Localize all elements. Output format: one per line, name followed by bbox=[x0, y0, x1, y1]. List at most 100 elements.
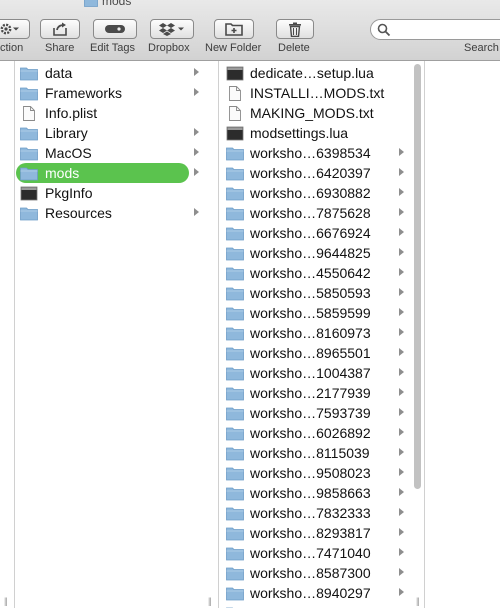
file-row[interactable]: worksho…7832333 bbox=[219, 503, 424, 523]
folder-icon bbox=[226, 387, 244, 401]
file-row[interactable]: worksho…5859599 bbox=[219, 303, 424, 323]
file-row[interactable]: mods bbox=[15, 163, 218, 183]
share-icon bbox=[53, 22, 67, 36]
file-name: worksho…7832333 bbox=[250, 505, 371, 521]
file-name: worksho…6676924 bbox=[250, 225, 371, 241]
search-field[interactable] bbox=[370, 19, 500, 40]
file-row[interactable]: worksho…6676924 bbox=[219, 223, 424, 243]
disclosure-arrow-icon[interactable] bbox=[399, 428, 404, 436]
file-name: INSTALLI…MODS.txt bbox=[250, 85, 385, 101]
file-row[interactable]: MAKING_MODS.txt bbox=[219, 103, 424, 123]
disclosure-arrow-icon[interactable] bbox=[399, 148, 404, 156]
file-row[interactable]: dedicate…setup.lua bbox=[219, 63, 424, 83]
file-row[interactable]: MacOS bbox=[15, 143, 218, 163]
file-row[interactable]: worksho…2177939 bbox=[219, 383, 424, 403]
file-row[interactable]: worksho…5850593 bbox=[219, 283, 424, 303]
file-name: Info.plist bbox=[45, 105, 98, 121]
disclosure-arrow-icon[interactable] bbox=[399, 548, 404, 556]
file-row[interactable]: worksho…8940297 bbox=[219, 583, 424, 603]
file-row[interactable]: Frameworks bbox=[15, 83, 218, 103]
file-row[interactable]: worksho…8160973 bbox=[219, 323, 424, 343]
disclosure-arrow-icon[interactable] bbox=[194, 128, 199, 136]
file-row[interactable]: worksho…7593739 bbox=[219, 403, 424, 423]
file-row[interactable]: worksho…8293817 bbox=[219, 523, 424, 543]
disclosure-arrow-icon[interactable] bbox=[194, 148, 199, 156]
new-folder-icon bbox=[225, 23, 243, 36]
new-folder-button[interactable] bbox=[214, 19, 254, 39]
file-row[interactable]: Library bbox=[15, 123, 218, 143]
disclosure-arrow-icon[interactable] bbox=[399, 368, 404, 376]
column-resize-handle[interactable]: || bbox=[208, 596, 212, 606]
action-label: ction bbox=[0, 42, 24, 54]
file-row[interactable]: data bbox=[15, 63, 218, 83]
file-row[interactable]: worksho…9508023 bbox=[219, 463, 424, 483]
disclosure-arrow-icon[interactable] bbox=[399, 208, 404, 216]
file-name: Frameworks bbox=[45, 85, 123, 101]
file-row[interactable]: INSTALLI…MODS.txt bbox=[219, 83, 424, 103]
file-row[interactable]: worksho…8115039 bbox=[219, 443, 424, 463]
disclosure-arrow-icon[interactable] bbox=[399, 408, 404, 416]
disclosure-arrow-icon[interactable] bbox=[399, 388, 404, 396]
disclosure-arrow-icon[interactable] bbox=[194, 208, 199, 216]
file-row[interactable]: worksho…6026892 bbox=[219, 423, 424, 443]
disclosure-arrow-icon[interactable] bbox=[194, 168, 199, 176]
folder-icon bbox=[226, 547, 244, 561]
file-name: worksho…1004387 bbox=[250, 365, 371, 381]
edit-tags-button[interactable] bbox=[93, 19, 137, 39]
disclosure-arrow-icon[interactable] bbox=[399, 348, 404, 356]
file-row[interactable]: worksho…7471040 bbox=[219, 543, 424, 563]
disclosure-arrow-icon[interactable] bbox=[194, 68, 199, 76]
disclosure-arrow-icon[interactable] bbox=[399, 268, 404, 276]
disclosure-arrow-icon[interactable] bbox=[399, 448, 404, 456]
share-label: Share bbox=[45, 42, 75, 54]
disclosure-arrow-icon[interactable] bbox=[399, 528, 404, 536]
file-row[interactable]: worksho…6420397 bbox=[219, 163, 424, 183]
action-button[interactable] bbox=[0, 19, 30, 39]
disclosure-arrow-icon[interactable] bbox=[399, 288, 404, 296]
disclosure-arrow-icon[interactable] bbox=[399, 168, 404, 176]
disclosure-arrow-icon[interactable] bbox=[399, 588, 404, 596]
file-row[interactable]: worksho…4550642 bbox=[219, 263, 424, 283]
new-folder-label: New Folder bbox=[205, 42, 262, 54]
file-name: worksho…9858663 bbox=[250, 485, 371, 501]
file-row[interactable]: worksho…6398534 bbox=[219, 143, 424, 163]
file-row[interactable]: worksho…8965501 bbox=[219, 343, 424, 363]
file-name: data bbox=[45, 65, 73, 81]
file-row[interactable]: worksho…1004387 bbox=[219, 363, 424, 383]
folder-icon bbox=[20, 67, 38, 81]
column-resize-handle[interactable]: || bbox=[4, 596, 8, 606]
disclosure-arrow-icon[interactable] bbox=[399, 228, 404, 236]
file-row[interactable]: modsettings.lua bbox=[219, 123, 424, 143]
disclosure-arrow-icon[interactable] bbox=[399, 568, 404, 576]
file-row[interactable]: Resources bbox=[15, 203, 218, 223]
tag-icon bbox=[105, 25, 125, 33]
disclosure-arrow-icon[interactable] bbox=[399, 308, 404, 316]
disclosure-arrow-icon[interactable] bbox=[399, 488, 404, 496]
file-name: worksho…6420397 bbox=[250, 165, 371, 181]
delete-button[interactable] bbox=[276, 19, 314, 39]
disclosure-arrow-icon[interactable] bbox=[399, 248, 404, 256]
disclosure-arrow-icon[interactable] bbox=[194, 88, 199, 96]
file-row[interactable]: Info.plist bbox=[15, 103, 218, 123]
disclosure-arrow-icon[interactable] bbox=[399, 508, 404, 516]
file-row[interactable]: PkgInfo bbox=[15, 183, 218, 203]
file-row[interactable]: worksho…8587300 bbox=[219, 563, 424, 583]
folder-icon bbox=[226, 507, 244, 521]
edit-tags-label: Edit Tags bbox=[90, 42, 136, 54]
file-row[interactable] bbox=[219, 603, 424, 608]
file-name: worksho…7471040 bbox=[250, 545, 371, 561]
folder-icon bbox=[226, 207, 244, 221]
file-row[interactable]: worksho…9644825 bbox=[219, 243, 424, 263]
disclosure-arrow-icon[interactable] bbox=[399, 468, 404, 476]
disclosure-arrow-icon[interactable] bbox=[399, 328, 404, 336]
file-row[interactable]: worksho…7875628 bbox=[219, 203, 424, 223]
document-icon bbox=[229, 86, 241, 101]
folder-icon bbox=[226, 287, 244, 301]
file-row[interactable]: worksho…6930882 bbox=[219, 183, 424, 203]
file-name: PkgInfo bbox=[45, 185, 93, 201]
toolbar: mods ction Share Edit Tags Dropbox New F… bbox=[0, 0, 500, 61]
dropbox-button[interactable] bbox=[150, 19, 194, 39]
share-button[interactable] bbox=[40, 19, 80, 39]
disclosure-arrow-icon[interactable] bbox=[399, 188, 404, 196]
file-row[interactable]: worksho…9858663 bbox=[219, 483, 424, 503]
